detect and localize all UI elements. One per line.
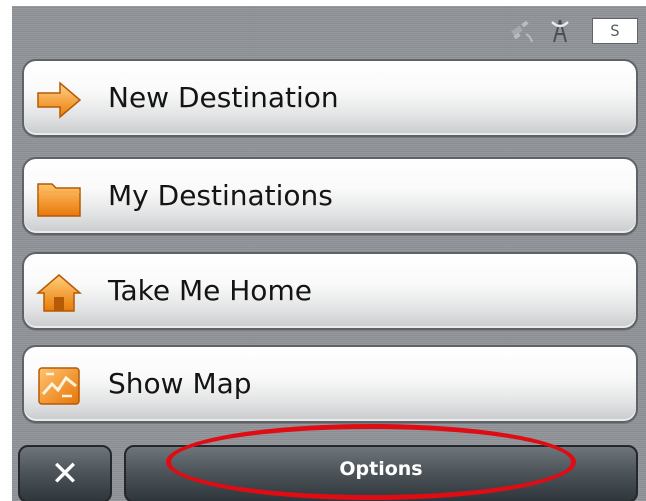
map-icon [36, 366, 82, 406]
show-map-button[interactable]: Show Map [22, 345, 638, 423]
take-me-home-button[interactable]: Take Me Home [22, 252, 638, 330]
new-destination-label: New Destination [108, 81, 339, 114]
folder-icon [36, 178, 82, 218]
show-map-label: Show Map [108, 367, 252, 400]
close-icon: ✕ [50, 454, 80, 494]
home-icon [35, 273, 83, 313]
satellite-dish-icon [546, 16, 574, 44]
gps-status-badge: S [592, 18, 638, 44]
my-destinations-button[interactable]: My Destinations [22, 157, 638, 235]
take-me-home-label: Take Me Home [108, 274, 312, 307]
orange-arrow-icon [36, 80, 82, 120]
close-button[interactable]: ✕ [18, 445, 112, 501]
new-destination-button[interactable]: New Destination [22, 59, 638, 137]
my-destinations-label: My Destinations [108, 179, 333, 212]
options-label: Options [339, 458, 423, 480]
satellite-signal-icon [508, 16, 536, 44]
options-button[interactable]: Options [124, 445, 638, 501]
gps-screen: S New Destination My Destinations Take M… [12, 6, 646, 501]
status-bar: S [12, 6, 646, 54]
bottom-bar: ✕ Options [12, 439, 646, 501]
